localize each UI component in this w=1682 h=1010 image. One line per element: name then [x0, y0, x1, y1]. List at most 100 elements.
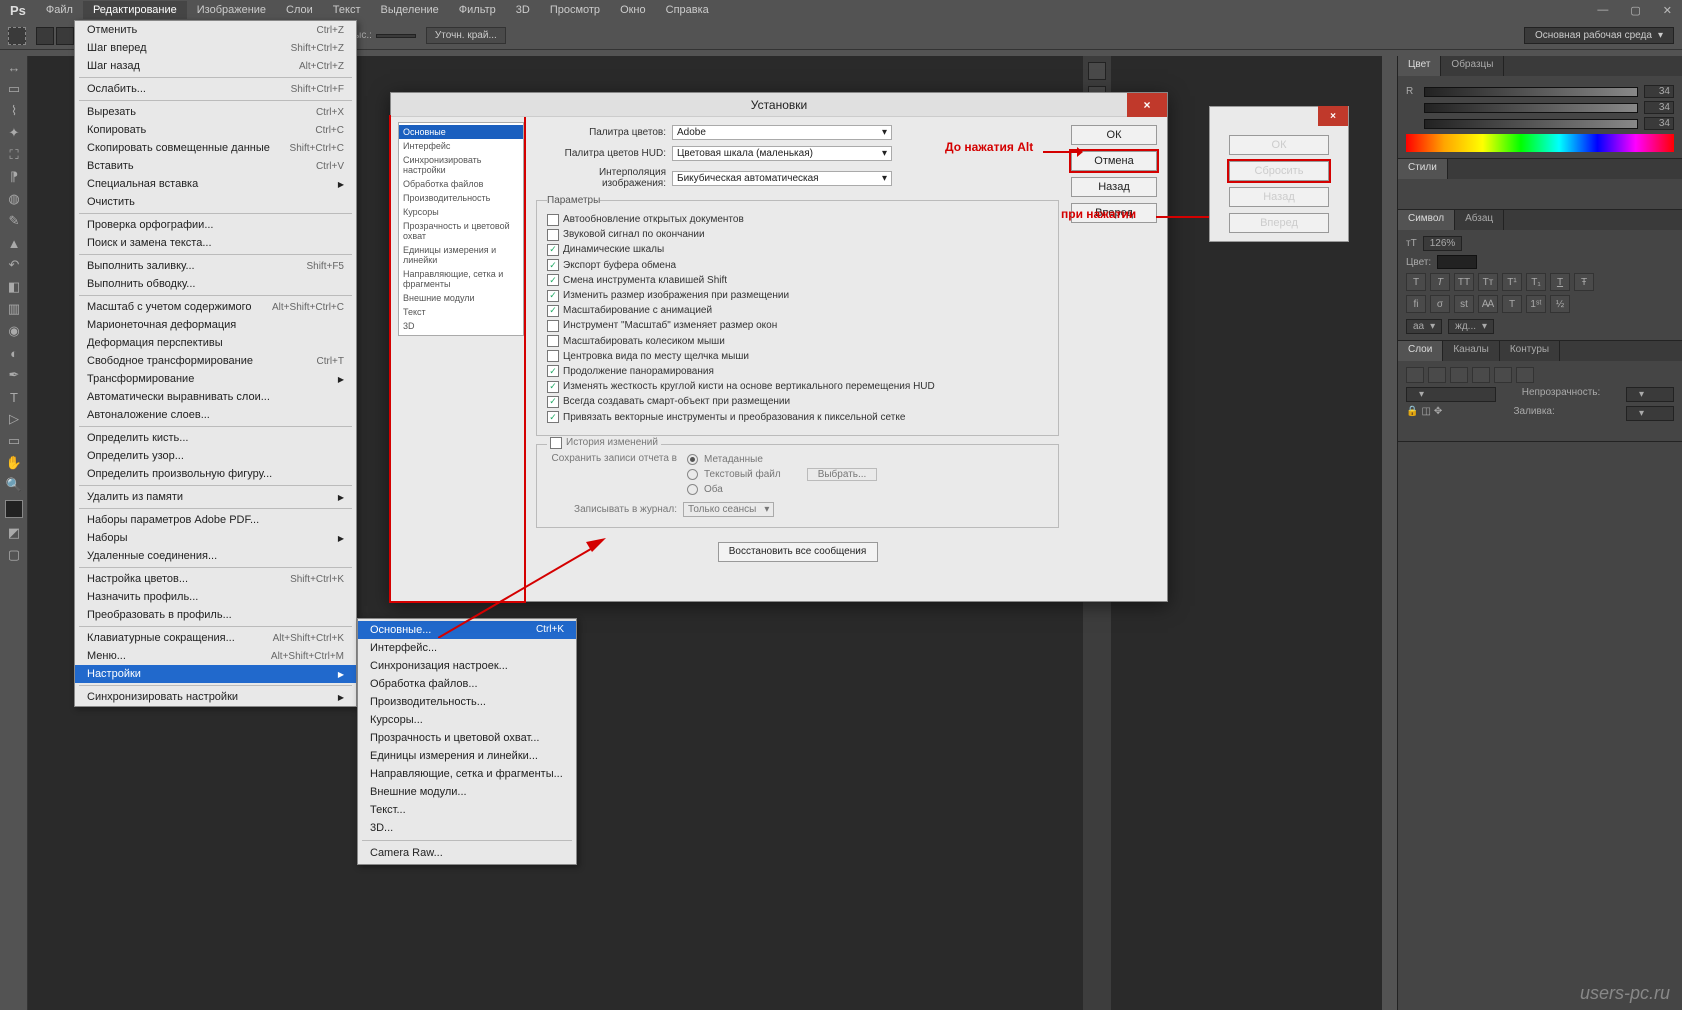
fill-input[interactable]: ▾: [1626, 406, 1674, 421]
menu-item-поиск-и-замена-текста-[interactable]: Поиск и замена текста...: [75, 234, 356, 252]
submenu-item-текст-[interactable]: Текст...: [358, 801, 576, 819]
prefs-check-0[interactable]: [547, 214, 559, 226]
prefs-check-13[interactable]: ✓: [547, 411, 559, 423]
prefs-cat-1[interactable]: Интерфейс: [399, 139, 523, 153]
t1-button[interactable]: T: [1502, 295, 1522, 313]
lock-pos-icon[interactable]: ✥: [1434, 406, 1442, 421]
filter-adjust-icon[interactable]: [1450, 367, 1468, 383]
prefs-check-5[interactable]: ✓: [547, 290, 559, 302]
prefs-cat-0[interactable]: Основные: [399, 125, 523, 139]
menu-file[interactable]: Файл: [36, 1, 83, 19]
prefs-cat-3[interactable]: Обработка файлов: [399, 177, 523, 191]
opacity-input[interactable]: ▾: [1626, 387, 1674, 402]
screen-mode-icon[interactable]: ▢: [0, 544, 28, 566]
prefs-cat-11[interactable]: 3D: [399, 319, 523, 333]
g-value[interactable]: 34: [1644, 101, 1674, 114]
eraser-tool-icon[interactable]: ◧: [0, 276, 28, 298]
brush-tool-icon[interactable]: ✎: [0, 210, 28, 232]
menu-item-отменить[interactable]: ОтменитьCtrl+Z: [75, 21, 356, 39]
menu-view[interactable]: Просмотр: [540, 1, 610, 19]
menu-item-копировать[interactable]: КопироватьCtrl+C: [75, 121, 356, 139]
filter-kind-icon[interactable]: [1406, 367, 1424, 383]
prefs-back-button[interactable]: Назад: [1071, 177, 1157, 197]
lock-pixels-icon[interactable]: ◫: [1421, 406, 1430, 421]
blend-mode-select[interactable]: ▾: [1406, 387, 1496, 402]
quick-mask-icon[interactable]: ◩: [0, 522, 28, 544]
prefs-cat-2[interactable]: Синхронизировать настройки: [399, 153, 523, 177]
menu-item-трансформирование[interactable]: Трансформирование▶: [75, 370, 356, 388]
prefs-ok-button[interactable]: ОК: [1071, 125, 1157, 145]
menu-item-настройки[interactable]: Настройки▶: [75, 665, 356, 683]
history-radio-both[interactable]: [687, 484, 698, 495]
menu-window[interactable]: Окно: [610, 1, 656, 19]
filter-smart-icon[interactable]: [1516, 367, 1534, 383]
prefs-check-1[interactable]: [547, 229, 559, 241]
r-value[interactable]: 34: [1644, 85, 1674, 98]
menu-layers[interactable]: Слои: [276, 1, 323, 19]
prefs-select-2[interactable]: Бикубическая автоматическая▾: [672, 171, 892, 186]
prefs-check-8[interactable]: [547, 335, 559, 347]
zoom-tool-icon[interactable]: 🔍: [0, 474, 28, 496]
alt-forward-button[interactable]: Вперед: [1229, 213, 1329, 233]
submenu-item-направляющие-сетка-и-фрагменты-[interactable]: Направляющие, сетка и фрагменты...: [358, 765, 576, 783]
prefs-check-2[interactable]: ✓: [547, 244, 559, 256]
submenu-item-основные-[interactable]: Основные...Ctrl+K: [358, 621, 576, 639]
menu-item-назначить-профиль-[interactable]: Назначить профиль...: [75, 588, 356, 606]
menu-item-автоналожение-слоев-[interactable]: Автоналожение слоев...: [75, 406, 356, 424]
submenu-item-единицы-измерения-и-линейки-[interactable]: Единицы измерения и линейки...: [358, 747, 576, 765]
prefs-check-3[interactable]: ✓: [547, 259, 559, 271]
menu-item-настройка-цветов-[interactable]: Настройка цветов...Shift+Ctrl+K: [75, 570, 356, 588]
menu-item-выполнить-заливку-[interactable]: Выполнить заливку...Shift+F5: [75, 257, 356, 275]
menu-item-наборы[interactable]: Наборы▶: [75, 529, 356, 547]
heal-tool-icon[interactable]: ◍: [0, 188, 28, 210]
prefs-close-button[interactable]: ×: [1127, 93, 1167, 117]
submenu-item-прозрачность-и-цветовой-охват-[interactable]: Прозрачность и цветовой охват...: [358, 729, 576, 747]
st-button[interactable]: st: [1454, 295, 1474, 313]
prefs-check-4[interactable]: ✓: [547, 274, 559, 286]
text-color-swatch[interactable]: [1437, 255, 1477, 269]
menu-text[interactable]: Текст: [323, 1, 371, 19]
prefs-cat-9[interactable]: Внешние модули: [399, 291, 523, 305]
menu-item-удалить-из-памяти[interactable]: Удалить из памяти▶: [75, 488, 356, 506]
r-slider[interactable]: [1424, 87, 1638, 97]
refine-edge-button[interactable]: Уточн. край...: [426, 27, 506, 44]
shape-tool-icon[interactable]: ▭: [0, 430, 28, 452]
menu-item-вырезать[interactable]: ВырезатьCtrl+X: [75, 103, 356, 121]
filter-type-icon[interactable]: [1472, 367, 1490, 383]
menu-item-определить-узор-[interactable]: Определить узор...: [75, 447, 356, 465]
aa-select[interactable]: аа▾: [1406, 319, 1442, 334]
menu-item-меню-[interactable]: Меню...Alt+Shift+Ctrl+M: [75, 647, 356, 665]
menu-item-наборы-параметров-adobe-pdf-[interactable]: Наборы параметров Adobe PDF...: [75, 511, 356, 529]
smallcaps-button[interactable]: Tᴛ: [1478, 273, 1498, 291]
b-value[interactable]: 34: [1644, 117, 1674, 130]
crop-tool-icon[interactable]: ⛶: [0, 144, 28, 166]
prefs-cat-4[interactable]: Производительность: [399, 191, 523, 205]
menu-3d[interactable]: 3D: [506, 1, 540, 19]
selection-add-icon[interactable]: [56, 27, 74, 45]
strip-history-icon[interactable]: [1088, 62, 1106, 80]
stamp-tool-icon[interactable]: ▲: [0, 232, 28, 254]
tab-channels[interactable]: Каналы: [1443, 341, 1500, 361]
tab-swatches[interactable]: Образцы: [1441, 56, 1504, 76]
menu-item-определить-произвольную-фигуру-[interactable]: Определить произвольную фигуру...: [75, 465, 356, 483]
1st-button[interactable]: 1ˢᵗ: [1526, 295, 1546, 313]
menu-image[interactable]: Изображение: [187, 1, 276, 19]
prefs-select-1[interactable]: Цветовая шкала (маленькая)▾: [672, 146, 892, 161]
type-tool-icon[interactable]: T: [0, 386, 28, 408]
menu-item-деформация-перспективы[interactable]: Деформация перспективы: [75, 334, 356, 352]
alt-reset-button[interactable]: Сбросить: [1229, 161, 1329, 181]
pen-tool-icon[interactable]: ✒: [0, 364, 28, 386]
eyedropper-tool-icon[interactable]: ⁋: [0, 166, 28, 188]
menu-item-определить-кисть-[interactable]: Определить кисть...: [75, 429, 356, 447]
wand-tool-icon[interactable]: ✦: [0, 122, 28, 144]
history-brush-icon[interactable]: ↶: [0, 254, 28, 276]
tab-styles[interactable]: Стили: [1398, 159, 1448, 179]
hue-strip[interactable]: [1406, 134, 1674, 152]
menu-item-шаг-назад[interactable]: Шаг назадAlt+Ctrl+Z: [75, 57, 356, 75]
submenu-item-3d-[interactable]: 3D...: [358, 819, 576, 837]
close-icon[interactable]: ✕: [1657, 4, 1678, 17]
menu-item-синхронизировать-настройки[interactable]: Синхронизировать настройки▶: [75, 688, 356, 706]
alt-ok-button[interactable]: ОК: [1229, 135, 1329, 155]
filter-pixel-icon[interactable]: [1428, 367, 1446, 383]
selection-new-icon[interactable]: [36, 27, 54, 45]
